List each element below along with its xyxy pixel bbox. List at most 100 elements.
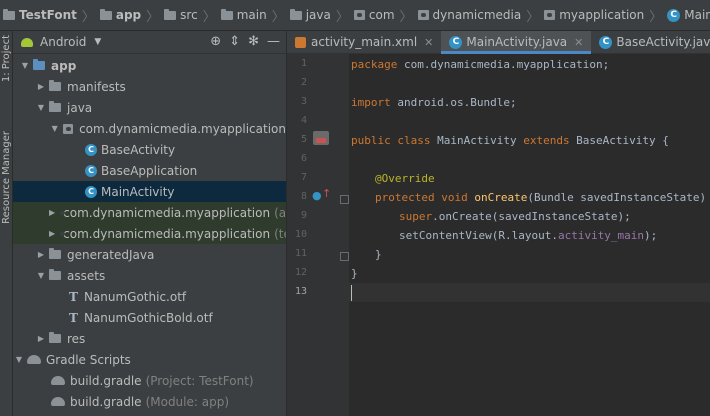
- tree-item-package-main[interactable]: ▼ com.dynamicmedia.myapplication: [13, 118, 286, 139]
- breadcrumb-separator: 〉: [526, 9, 540, 25]
- text-caret: [351, 285, 352, 301]
- editor-tabs: activity_main.xml ✕ C MainActivity.java …: [287, 31, 710, 54]
- font-file-icon: T: [69, 310, 78, 325]
- breadcrumb-item-mainactivity[interactable]: CMainActivity: [664, 8, 710, 22]
- package-icon: [417, 10, 429, 20]
- tree-item-nanumgothicbold[interactable]: T NanumGothicBold.otf: [13, 307, 286, 328]
- minimize-icon[interactable]: —: [267, 34, 280, 49]
- chevron-down-icon[interactable]: ▼: [94, 37, 101, 47]
- breadcrumb-item-testfont[interactable]: TestFont: [0, 8, 80, 22]
- code-line-8[interactable]: protected void onCreate(Bundle savedInst…: [375, 191, 710, 204]
- arrow-up-icon[interactable]: ↑: [322, 187, 331, 200]
- android-icon: [21, 37, 33, 47]
- project-tool-tab[interactable]: 1: Project: [0, 35, 12, 82]
- breadcrumb-item-main[interactable]: main: [218, 8, 270, 22]
- tree-item-app[interactable]: ▼ app: [13, 55, 286, 76]
- breadcrumb-item-app[interactable]: app: [97, 8, 144, 22]
- gear-icon[interactable]: ✻: [248, 34, 259, 49]
- folder-icon: [3, 8, 15, 20]
- tab-baseactivity-java[interactable]: C BaseActivity.java: [591, 31, 710, 53]
- current-line-highlight: [349, 283, 710, 302]
- run-gutter-icon[interactable]: [313, 131, 329, 145]
- close-icon[interactable]: ✕: [424, 36, 433, 49]
- package-icon: [544, 10, 556, 20]
- tree-item-build-gradle-module[interactable]: build.gradle (Module: app): [13, 391, 286, 412]
- tree-item-build-gradle-project[interactable]: build.gradle (Project: TestFont): [13, 370, 286, 391]
- tree-item-java[interactable]: ▼ java: [13, 97, 286, 118]
- class-icon: C: [449, 35, 463, 49]
- breadcrumb-separator: 〉: [271, 9, 285, 25]
- line-number: 9: [300, 210, 307, 221]
- project-panel-header: Android ▼ ⊕ ⇕ ✻ —: [13, 31, 286, 54]
- close-icon[interactable]: ✕: [574, 36, 583, 49]
- fold-icon[interactable]: [340, 252, 349, 261]
- chevron-down-icon[interactable]: ▼: [49, 124, 61, 133]
- chevron-right-icon[interactable]: ▶: [35, 250, 47, 259]
- line-number: 5: [300, 134, 307, 145]
- chevron-down-icon[interactable]: ▼: [19, 61, 31, 70]
- tree-item-baseactivity[interactable]: C BaseActivity: [13, 139, 286, 160]
- folder-icon: [49, 80, 61, 91]
- chevron-right-icon[interactable]: ▶: [35, 82, 47, 91]
- class-icon: C: [85, 143, 97, 156]
- line-number: 11: [294, 248, 307, 259]
- line-number: 10: [294, 229, 307, 240]
- breadcrumb-item-com[interactable]: com: [351, 8, 398, 22]
- code-line-12[interactable]: }: [351, 267, 358, 280]
- xml-file-icon: [295, 36, 306, 48]
- project-panel: Android ▼ ⊕ ⇕ ✻ — ▼ app ▶ manifests ▼ java …: [13, 31, 286, 416]
- tree-item-baseapplication[interactable]: C BaseApplication: [13, 160, 286, 181]
- override-icon[interactable]: ●: [312, 189, 322, 202]
- tree-item-assets[interactable]: ▼ assets: [13, 265, 286, 286]
- code-editor: activity_main.xml ✕ C MainActivity.java …: [287, 31, 710, 416]
- chevron-down-icon[interactable]: ▼: [35, 271, 47, 280]
- tree-item-manifests[interactable]: ▶ manifests: [13, 76, 286, 97]
- breadcrumb-item-java[interactable]: java: [287, 8, 334, 22]
- tree-item-gradle-scripts[interactable]: ▼ Gradle Scripts: [13, 349, 286, 370]
- tree-item-nanumgothic[interactable]: T NanumGothic.otf: [13, 286, 286, 307]
- chevron-down-icon[interactable]: ▼: [35, 103, 47, 112]
- chevron-right-icon[interactable]: ▶: [49, 229, 55, 238]
- code-line-10[interactable]: setContentView(R.layout.activity_main);: [399, 229, 657, 242]
- tree-item-mainactivity[interactable]: C MainActivity: [13, 181, 286, 202]
- collapse-all-icon[interactable]: ⇕: [229, 34, 240, 49]
- resource-manager-tool-tab[interactable]: Resource Manager: [0, 131, 12, 224]
- tab-mainactivity-java[interactable]: C MainActivity.java ✕: [441, 31, 592, 54]
- project-tree: ▼ app ▶ manifests ▼ java ▼ com.dynamicmedia.…: [13, 55, 286, 412]
- chevron-right-icon[interactable]: ▶: [49, 208, 55, 217]
- tab-activity-main-xml[interactable]: activity_main.xml ✕: [287, 31, 441, 53]
- tool-window-strip: 1: Project Resource Manager: [0, 31, 13, 416]
- code-line-9[interactable]: super.onCreate(savedInstanceState);: [399, 210, 631, 223]
- line-number: 13: [294, 286, 307, 297]
- gradle-icon: [27, 355, 41, 364]
- code-line-3[interactable]: import android.os.Bundle;: [351, 96, 517, 109]
- tree-item-package-test[interactable]: ▶com.dynamicmedia.myapplication(te: [13, 223, 286, 244]
- package-icon: [353, 10, 365, 20]
- tree-item-res[interactable]: ▶ res: [13, 328, 286, 349]
- folder-icon: [49, 332, 61, 343]
- line-number: 1: [300, 58, 307, 69]
- font-file-icon: T: [69, 289, 78, 304]
- code-line-11[interactable]: }: [375, 248, 382, 261]
- breadcrumb-item-dynamicmedia[interactable]: dynamicmedia: [415, 8, 525, 22]
- code-line-1[interactable]: package com.dynamicmedia.myapplication;: [351, 58, 609, 71]
- code-line-7[interactable]: @Override: [375, 172, 435, 185]
- tree-item-generatedjava[interactable]: ▶ generatedJava: [13, 244, 286, 265]
- project-view-selector[interactable]: Android: [40, 35, 86, 49]
- locate-icon[interactable]: ⊕: [210, 34, 221, 49]
- breadcrumb-separator: 〉: [399, 9, 413, 25]
- fold-icon[interactable]: [340, 195, 349, 204]
- folder-icon: [49, 101, 61, 112]
- folder-icon: [164, 8, 177, 20]
- class-icon: C: [85, 185, 97, 198]
- breadcrumb-item-src[interactable]: src: [161, 8, 201, 22]
- chevron-right-icon[interactable]: ▶: [35, 334, 47, 343]
- line-number: 4: [300, 115, 307, 126]
- code-line-5[interactable]: public class MainActivity extends BaseAc…: [351, 134, 669, 147]
- tree-item-package-androidtest[interactable]: ▶ com.dynamicmedia.myapplication (a: [13, 202, 286, 223]
- breadcrumb-separator: 〉: [146, 9, 160, 25]
- folder-icon: [289, 8, 302, 20]
- class-icon: C: [85, 164, 97, 177]
- chevron-down-icon[interactable]: ▼: [13, 355, 25, 364]
- breadcrumb-item-myapplication[interactable]: myapplication: [541, 8, 647, 22]
